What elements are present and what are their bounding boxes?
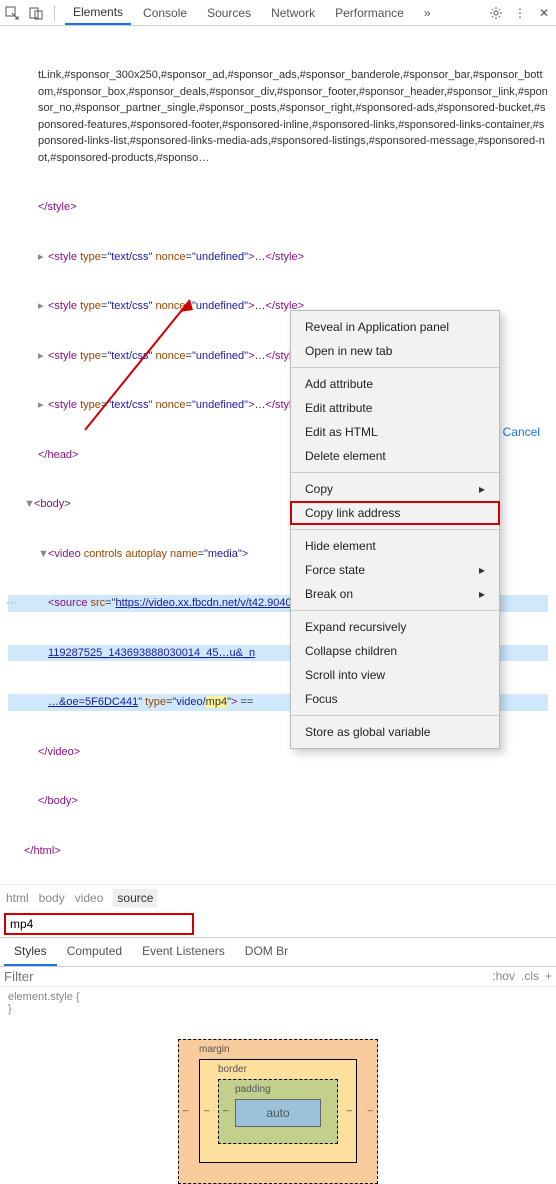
close-html[interactable]: </html> bbox=[8, 843, 548, 860]
menu-reveal-panel[interactable]: Reveal in Application panel bbox=[291, 315, 499, 339]
filter-row: :hov .cls + bbox=[0, 967, 556, 987]
element-style-open: element.style { bbox=[8, 991, 548, 1003]
kebab-icon[interactable]: ⋮ bbox=[512, 5, 528, 21]
close-icon[interactable]: ✕ bbox=[536, 5, 552, 21]
tab-performance[interactable]: Performance bbox=[327, 2, 412, 24]
margin-label: margin bbox=[199, 1044, 357, 1055]
menu-copy[interactable]: Copy▸ bbox=[291, 477, 499, 501]
menu-hide[interactable]: Hide element bbox=[291, 534, 499, 558]
hov-toggle[interactable]: :hov bbox=[492, 969, 515, 983]
border-right-val: – bbox=[346, 1105, 352, 1116]
tab-console[interactable]: Console bbox=[135, 2, 195, 24]
menu-separator bbox=[291, 472, 499, 473]
submenu-arrow-icon: ▸ bbox=[479, 482, 485, 496]
crumb-video[interactable]: video bbox=[75, 891, 104, 905]
menu-separator bbox=[291, 610, 499, 611]
border-label: border bbox=[218, 1064, 338, 1075]
border-left-val: – bbox=[204, 1105, 210, 1116]
submenu-arrow-icon: ▸ bbox=[479, 587, 485, 601]
filter-tools: :hov .cls + bbox=[492, 969, 552, 983]
menu-break-on[interactable]: Break on▸ bbox=[291, 582, 499, 606]
box-model: margin – – border – – padding – auto bbox=[178, 1039, 378, 1184]
inspect-icon[interactable] bbox=[4, 5, 20, 21]
context-menu: Reveal in Application panel Open in new … bbox=[290, 310, 500, 749]
close-style[interactable]: </style> bbox=[8, 199, 548, 216]
search-input[interactable] bbox=[10, 917, 188, 931]
close-body[interactable]: </body> bbox=[8, 793, 548, 810]
search-bar bbox=[4, 913, 194, 935]
margin-left-val: – bbox=[183, 1106, 189, 1117]
submenu-arrow-icon: ▸ bbox=[479, 563, 485, 577]
css-block[interactable]: tLink,#sponsor_300x250,#sponsor_ad,#spon… bbox=[8, 67, 548, 166]
devtools-tabs: Elements Console Sources Network Perform… bbox=[65, 1, 439, 25]
separator bbox=[54, 5, 55, 21]
element-style[interactable]: element.style { } bbox=[0, 987, 556, 1019]
tab-elements[interactable]: Elements bbox=[65, 1, 131, 25]
filter-input[interactable] bbox=[4, 969, 492, 984]
menu-separator bbox=[291, 367, 499, 368]
menu-add-attr[interactable]: Add attribute bbox=[291, 372, 499, 396]
devtools-toolbar: Elements Console Sources Network Perform… bbox=[0, 0, 556, 26]
style-row[interactable]: ▸<style type="text/css" nonce="undefined… bbox=[8, 249, 548, 266]
tab-sources[interactable]: Sources bbox=[199, 2, 259, 24]
menu-separator bbox=[291, 529, 499, 530]
menu-edit-attr[interactable]: Edit attribute bbox=[291, 396, 499, 420]
menu-collapse[interactable]: Collapse children bbox=[291, 639, 499, 663]
tab-network[interactable]: Network bbox=[263, 2, 323, 24]
add-rule-icon[interactable]: + bbox=[545, 969, 552, 983]
styles-tab-listeners[interactable]: Event Listeners bbox=[132, 938, 235, 966]
margin-right-val: – bbox=[367, 1106, 373, 1117]
crumb-body[interactable]: body bbox=[39, 891, 65, 905]
menu-expand[interactable]: Expand recursively bbox=[291, 615, 499, 639]
menu-separator bbox=[291, 715, 499, 716]
menu-scroll[interactable]: Scroll into view bbox=[291, 663, 499, 687]
padding-left-val: – bbox=[223, 1106, 229, 1117]
toolbar-right: ⋮ ✕ bbox=[488, 5, 552, 21]
box-padding[interactable]: padding – auto bbox=[218, 1079, 338, 1144]
gear-icon[interactable] bbox=[488, 5, 504, 21]
menu-focus[interactable]: Focus bbox=[291, 687, 499, 711]
device-icon[interactable] bbox=[28, 5, 44, 21]
breadcrumb: html body video source bbox=[0, 884, 556, 911]
box-margin[interactable]: margin – – border – – padding – auto bbox=[178, 1039, 378, 1184]
crumb-source[interactable]: source bbox=[113, 889, 157, 907]
cls-toggle[interactable]: .cls bbox=[521, 969, 539, 983]
crumb-html[interactable]: html bbox=[6, 891, 29, 905]
menu-open-tab[interactable]: Open in new tab bbox=[291, 339, 499, 363]
styles-tab-styles[interactable]: Styles bbox=[4, 938, 57, 966]
styles-tabs: Styles Computed Event Listeners DOM Br bbox=[0, 937, 556, 967]
menu-delete[interactable]: Delete element bbox=[291, 444, 499, 468]
element-style-close: } bbox=[8, 1003, 548, 1015]
menu-copy-link-address[interactable]: Copy link address bbox=[290, 501, 500, 525]
box-border[interactable]: border – – padding – auto bbox=[199, 1059, 357, 1163]
cancel-link[interactable]: Cancel bbox=[497, 423, 546, 441]
styles-tab-computed[interactable]: Computed bbox=[57, 938, 132, 966]
menu-store-global[interactable]: Store as global variable bbox=[291, 720, 499, 744]
menu-edit-html[interactable]: Edit as HTML bbox=[291, 420, 499, 444]
padding-label: padding bbox=[235, 1084, 321, 1095]
tab-more[interactable]: » bbox=[416, 2, 439, 24]
toolbar-left: Elements Console Sources Network Perform… bbox=[4, 1, 439, 25]
box-content[interactable]: auto bbox=[235, 1099, 321, 1127]
menu-force-state[interactable]: Force state▸ bbox=[291, 558, 499, 582]
styles-tab-dom[interactable]: DOM Br bbox=[235, 938, 298, 966]
